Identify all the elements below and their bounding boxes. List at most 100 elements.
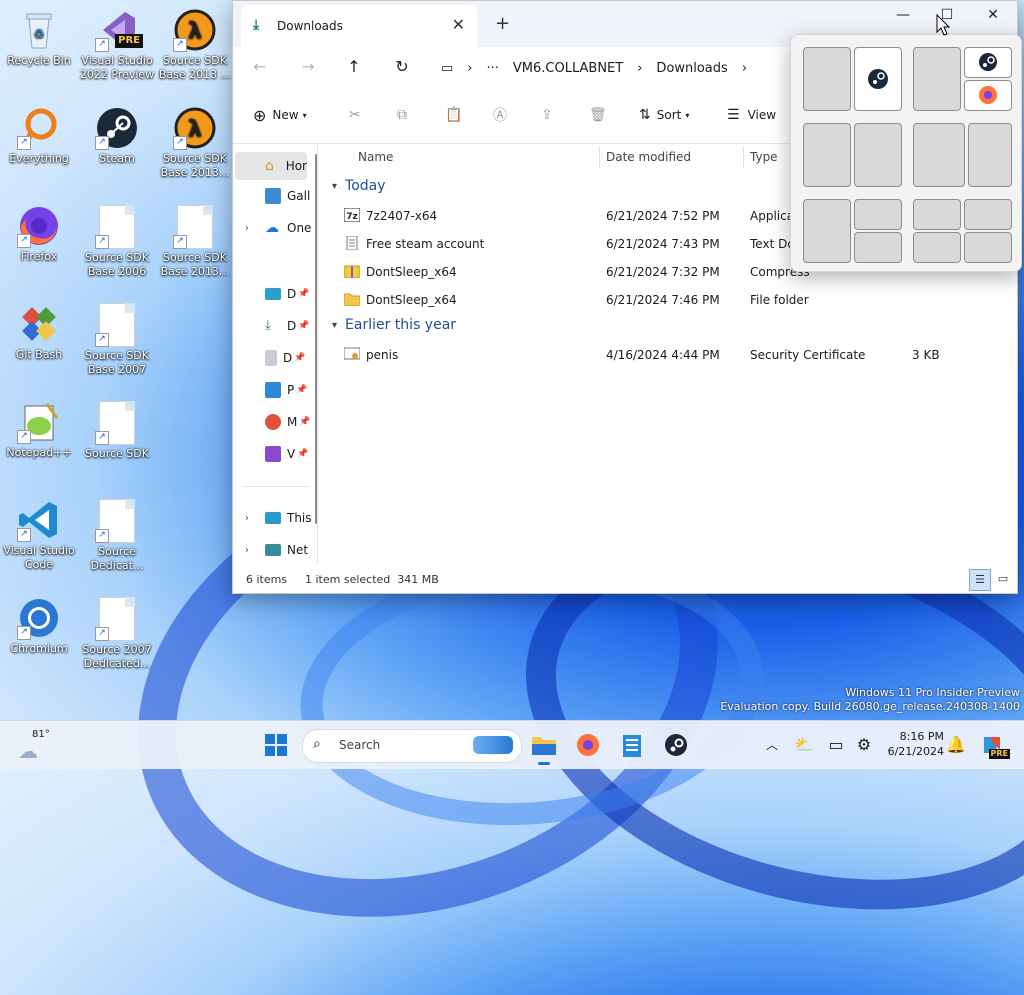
start-button[interactable] — [260, 729, 292, 761]
sidebar-item-this-pc[interactable]: › This — [233, 504, 313, 532]
chevron-right-icon[interactable]: › — [245, 223, 249, 234]
file-size: 3 KB — [912, 348, 940, 362]
network-settings-icon[interactable]: ⚙ — [848, 729, 880, 761]
sidebar-item-home[interactable]: ⌂ Hor — [235, 152, 307, 180]
desktop-icon-source-sdk-2013c[interactable]: ↗ Source SDK Base 2013... — [156, 204, 234, 279]
forward-button[interactable]: → — [297, 57, 319, 79]
desktop-icon-everything[interactable]: ↗ Everything — [0, 106, 78, 166]
show-hidden-icons-chevron-up-icon[interactable]: ︿ — [756, 729, 788, 761]
desktop-icon-recycle-bin[interactable]: ♻ Recycle Bin — [0, 8, 78, 68]
snap-zone[interactable] — [803, 47, 851, 111]
snap-zone[interactable] — [913, 232, 961, 263]
taskbar-steam[interactable] — [660, 729, 692, 761]
snap-zone-steam[interactable] — [964, 47, 1012, 78]
snap-zone[interactable] — [964, 199, 1012, 230]
close-window-button[interactable]: ✕ — [971, 7, 1015, 29]
notifications-bell-icon[interactable]: 🔔 — [940, 729, 972, 761]
taskbar-file-explorer[interactable] — [528, 729, 560, 765]
desktop-icon-source-sdk-2013b[interactable]: λ ↗ Source SDK Base 2013... — [156, 106, 234, 180]
snap-zone[interactable] — [803, 199, 851, 263]
column-header-type[interactable]: Type — [750, 150, 778, 164]
rename-icon[interactable]: Ⓐ — [493, 105, 507, 125]
snap-zone[interactable] — [913, 47, 961, 111]
desktop-icon-source-2007-dedicated[interactable]: ↗ Source 2007 Dedicated... — [78, 596, 156, 671]
desktop-icon-source-sdk[interactable]: ↗ Source SDK — [78, 400, 156, 461]
refresh-button[interactable]: ↻ — [391, 57, 413, 79]
up-button[interactable]: ↑ — [343, 57, 365, 79]
taskbar-notepad[interactable] — [616, 729, 648, 761]
column-divider[interactable] — [599, 146, 600, 168]
cloud-offline-icon[interactable]: ⛅ — [788, 729, 820, 761]
sidebar-item-onedrive[interactable]: › ☁ One — [233, 214, 313, 242]
snap-zone[interactable] — [854, 123, 902, 187]
sidebar-item-gallery[interactable]: Gall — [233, 182, 313, 210]
paste-icon[interactable]: 📋 — [445, 105, 462, 125]
sidebar-item-downloads[interactable]: ⤓ D 📌 — [233, 312, 313, 340]
desktop-icon-source-sdk-2006[interactable]: ↗ Source SDK Base 2006 — [78, 204, 156, 279]
copy-icon[interactable]: ⧉ — [397, 105, 407, 125]
snap-zone-firefox[interactable] — [964, 80, 1012, 111]
snap-zone[interactable] — [803, 123, 851, 187]
tab-downloads[interactable]: ⤓ Downloads ✕ — [241, 5, 477, 47]
snap-zone[interactable] — [854, 232, 902, 263]
group-header-earlier[interactable]: ▾ Earlier this year — [332, 317, 456, 333]
sidebar-item-pictures[interactable]: P 📌 — [233, 376, 313, 404]
weather-widget[interactable]: 81° ☁ — [14, 727, 54, 763]
taskbar-firefox[interactable] — [572, 729, 604, 761]
sidebar-item-network[interactable]: › Net — [233, 536, 313, 564]
desktop-icon-label: Source SDK Base 2013 ... — [158, 54, 232, 81]
sidebar-item-documents[interactable]: D 📌 — [233, 344, 313, 372]
breadcrumb-item[interactable]: VM6.COLLABNET — [513, 61, 623, 76]
copilot-button[interactable]: PRE — [976, 729, 1010, 761]
desktop-icon-source-sdk-2013a[interactable]: λ ↗ Source SDK Base 2013 ... — [156, 8, 234, 82]
details-view-button[interactable]: ☰ — [969, 569, 991, 591]
snap-zone[interactable] — [913, 199, 961, 230]
desktop-icon-git-bash[interactable]: Git Bash — [0, 302, 78, 362]
new-tab-button[interactable]: + — [495, 13, 510, 34]
table-row[interactable]: DontSleep_x64 6/21/2024 7:46 PM File fol… — [318, 286, 1017, 314]
snap-zone[interactable] — [913, 123, 965, 187]
column-header-date[interactable]: Date modified — [606, 150, 691, 164]
clock[interactable]: 8:16 PM 6/21/2024 — [880, 729, 944, 759]
desktop-icon-label: Chromium — [10, 642, 68, 655]
group-header-today[interactable]: ▾ Today — [332, 178, 386, 194]
new-button[interactable]: ⊕ New ▾ — [253, 105, 307, 125]
desktop-icon-vscode[interactable]: ↗ Visual Studio Code — [0, 498, 78, 572]
desktop-icon-firefox[interactable]: ↗ Firefox — [0, 204, 78, 264]
view-button[interactable]: ☰ View — [727, 105, 776, 125]
desktop-icon-source-sdk-2007[interactable]: ↗ Source SDK Base 2007 — [78, 302, 156, 377]
computer-icon — [265, 512, 281, 524]
desktop-icon-notepad-plus-plus[interactable]: ↗ Notepad++ — [0, 400, 78, 460]
snap-zone-steam[interactable] — [854, 47, 902, 111]
back-button[interactable]: ← — [249, 57, 271, 79]
breadcrumb-overflow-icon[interactable]: ··· — [487, 61, 499, 76]
desktop-icon-source-dedicated[interactable]: ↗ Source Dedicat... — [78, 498, 156, 573]
view-label: View — [747, 108, 777, 122]
sidebar-item-desktop[interactable]: D 📌 — [233, 280, 313, 308]
close-tab-icon[interactable]: ✕ — [452, 15, 465, 34]
desktop-icon-chromium[interactable]: ↗ Chromium — [0, 596, 78, 656]
computer-icon[interactable]: ▭ — [441, 61, 453, 76]
snap-zone[interactable] — [964, 232, 1012, 263]
desktop-icon-visual-studio-2022-preview[interactable]: PRE ↗ Visual Studio 2022 Preview — [78, 8, 156, 82]
sidebar-item-videos[interactable]: V 📌 — [233, 440, 313, 468]
table-row[interactable]: penis 4/16/2024 4:44 PM Security Certifi… — [318, 341, 1017, 369]
sidebar-scrollbar[interactable] — [315, 154, 317, 524]
sort-button[interactable]: ⇅ Sort ▾ — [639, 105, 689, 125]
group-label: Today — [345, 178, 386, 194]
cut-icon[interactable]: ✂ — [349, 105, 361, 125]
delete-icon[interactable]: 🗑 — [589, 105, 607, 125]
breadcrumb-item[interactable]: Downloads — [656, 61, 727, 76]
desktop-icon-steam[interactable]: ↗ Steam — [78, 106, 156, 166]
taskbar-search[interactable]: ⌕ Search — [302, 729, 522, 763]
chevron-right-icon[interactable]: › — [245, 545, 249, 556]
column-header-name[interactable]: Name — [358, 150, 393, 164]
snap-zone[interactable] — [854, 199, 902, 230]
snap-zone[interactable] — [968, 123, 1012, 187]
share-icon[interactable]: ⇪ — [541, 105, 553, 125]
chevron-right-icon[interactable]: › — [245, 513, 249, 524]
column-divider[interactable] — [743, 146, 744, 168]
sidebar-item-music[interactable]: M 📌 — [233, 408, 313, 436]
tiles-view-button[interactable]: ▭ — [993, 569, 1013, 589]
minimize-button[interactable]: — — [881, 7, 925, 29]
